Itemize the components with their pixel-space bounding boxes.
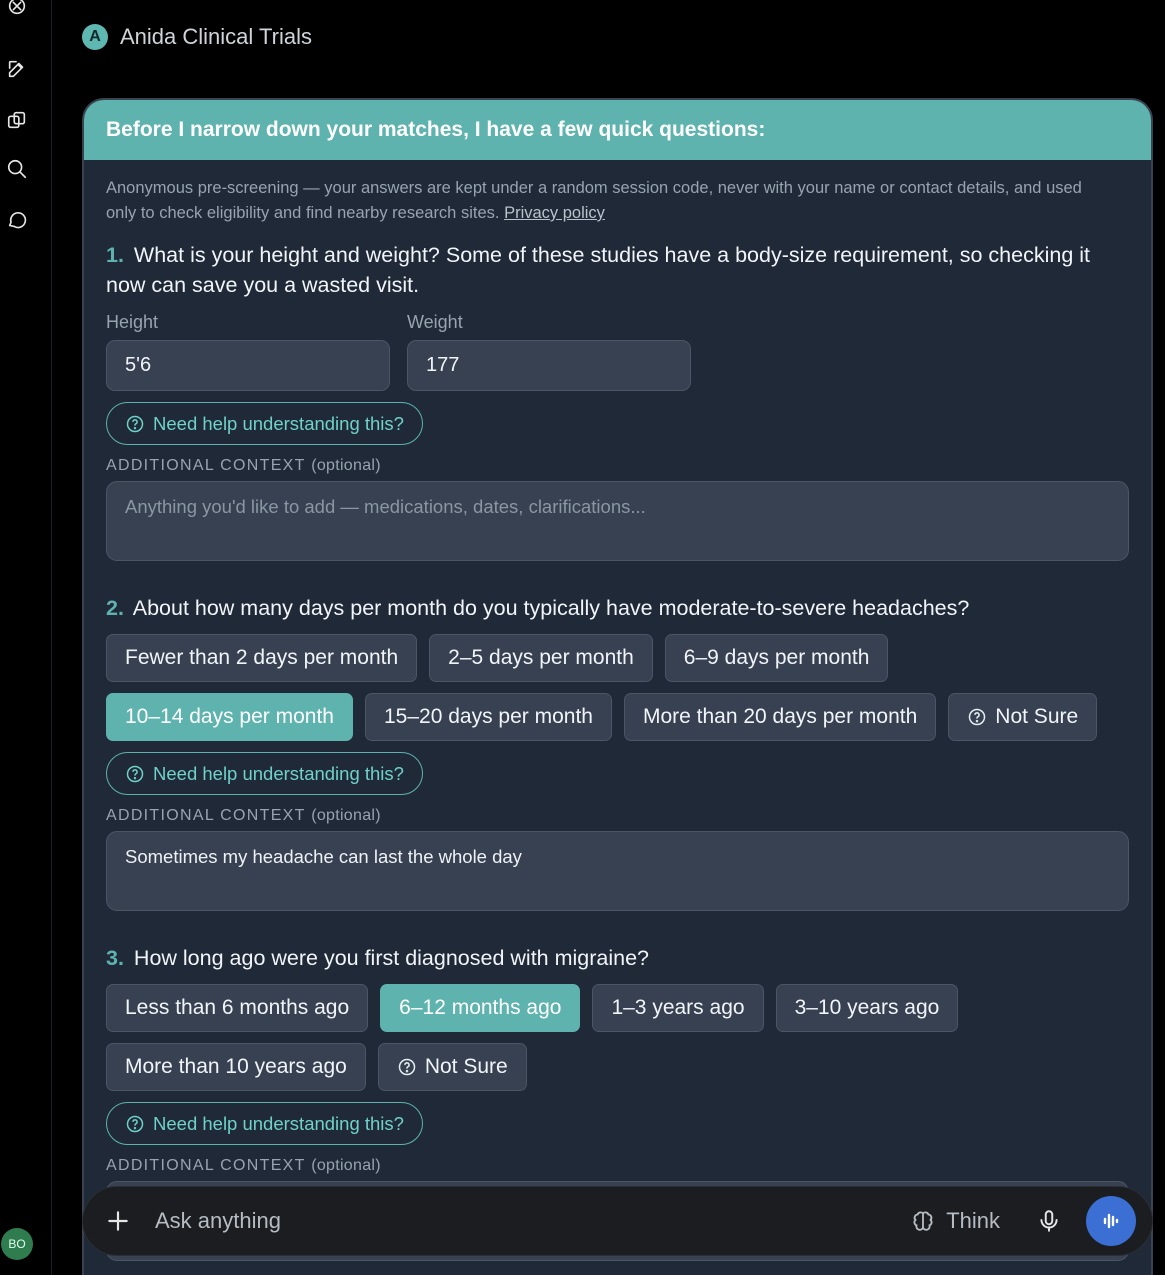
q2-options: Fewer than 2 days per month 2–5 days per …: [106, 634, 1136, 741]
option-label: Less than 6 months ago: [125, 996, 350, 1019]
height-input[interactable]: 5'6: [106, 340, 390, 391]
question-circle-icon: [126, 765, 144, 782]
question-circle-icon: [398, 1058, 416, 1076]
option-label: 15–20 days per month: [383, 705, 593, 728]
question-1: 1. What is your height and weight? Some …: [106, 240, 1129, 300]
privacy-policy-link[interactable]: Privacy policy: [504, 204, 605, 222]
q3-option[interactable]: 6–12 months ago: [380, 984, 581, 1032]
q2-option[interactable]: 15–20 days per month: [364, 693, 612, 741]
q3-options: Less than 6 months ago 6–12 months ago 1–3…: [106, 984, 1136, 1091]
weight-label: Weight: [407, 312, 463, 332]
question-2: 2. About how many days per month do you …: [106, 593, 1129, 623]
option-label: 10–14 days per month: [125, 705, 334, 728]
help-label: Need help understanding this?: [153, 762, 404, 784]
q3-option[interactable]: 1–3 years ago: [592, 984, 764, 1032]
ask-input[interactable]: Ask anything: [155, 1208, 910, 1234]
chat-header: A Anida Clinical Trials: [82, 24, 312, 50]
privacy-notice: Anonymous pre-screening — your answers a…: [106, 176, 1086, 226]
waveform-icon: [1103, 1213, 1119, 1229]
option-label: Fewer than 2 days per month: [125, 646, 399, 669]
question-text: What is your height and weight? Some of …: [106, 243, 1090, 297]
new-chat-icon[interactable]: [5, 57, 29, 81]
q2-option[interactable]: 10–14 days per month: [106, 693, 353, 741]
gpts-icon[interactable]: [5, 108, 29, 132]
chat-bubble-icon[interactable]: [5, 208, 29, 232]
brain-icon: [913, 1211, 933, 1231]
card-heading: Before I narrow down your matches, I hav…: [106, 118, 766, 141]
voice-mode-button[interactable]: [1086, 1196, 1136, 1246]
q2-option[interactable]: 6–9 days per month: [664, 634, 889, 682]
question-number: 1.: [106, 243, 124, 267]
q2-option[interactable]: Not Sure: [948, 693, 1098, 741]
question-text: About how many days per month do you typ…: [132, 596, 970, 620]
q3-option[interactable]: Not Sure: [377, 1043, 527, 1091]
search-icon[interactable]: [5, 157, 29, 181]
option-label: Not Sure: [995, 705, 1079, 728]
q2-option[interactable]: 2–5 days per month: [429, 634, 653, 682]
q3-option[interactable]: Less than 6 months ago: [106, 984, 369, 1032]
help-button-q1[interactable]: Need help understanding this?: [106, 402, 423, 445]
question-3: 3. How long ago were you first diagnosed…: [106, 943, 1129, 973]
question-circle-icon: [126, 1115, 144, 1132]
option-label: 3–10 years ago: [794, 996, 940, 1019]
q3-option[interactable]: More than 10 years ago: [106, 1043, 366, 1091]
microphone-icon: [1040, 1210, 1058, 1232]
height-weight-fields: Height 5'6 Weight 177: [106, 312, 1129, 391]
option-label: 6–9 days per month: [683, 646, 870, 669]
help-button-q2[interactable]: Need help understanding this?: [106, 752, 423, 795]
dictation-button[interactable]: [1034, 1206, 1064, 1236]
height-label: Height: [106, 312, 159, 332]
user-avatar[interactable]: BO: [1, 1228, 33, 1260]
context-input-q2[interactable]: Sometimes my headache can last the whole…: [106, 831, 1129, 911]
q2-option[interactable]: Fewer than 2 days per month: [106, 634, 418, 682]
help-button-q3[interactable]: Need help understanding this?: [106, 1102, 423, 1145]
option-label: More than 10 years ago: [125, 1055, 347, 1078]
plus-icon: [108, 1211, 128, 1231]
question-number: 3.: [106, 946, 124, 970]
context-input-q1[interactable]: Anything you'd like to add — medications…: [106, 481, 1129, 561]
think-label: Think: [946, 1208, 1000, 1233]
q2-option[interactable]: More than 20 days per month: [623, 693, 937, 741]
help-label: Need help understanding this?: [153, 1112, 404, 1134]
context-label: ADDITIONAL CONTEXT (optional): [106, 1157, 381, 1174]
question-circle-icon: [126, 415, 144, 432]
q3-option[interactable]: 3–10 years ago: [775, 984, 959, 1032]
message-composer: Ask anything Think: [82, 1186, 1153, 1256]
questionnaire-card: Before I narrow down your matches, I hav…: [82, 98, 1153, 1275]
page-title[interactable]: Anida Clinical Trials: [120, 24, 312, 50]
help-label: Need help understanding this?: [153, 412, 404, 434]
card-header: Before I narrow down your matches, I hav…: [84, 100, 1151, 160]
question-circle-icon: [969, 708, 986, 726]
option-label: 1–3 years ago: [611, 996, 745, 1019]
add-attachment-button[interactable]: [103, 1206, 133, 1236]
question-number: 2.: [106, 596, 124, 620]
openai-logo-icon[interactable]: [5, 0, 29, 18]
weight-input[interactable]: 177: [407, 340, 691, 391]
option-label: 6–12 months ago: [399, 996, 562, 1019]
option-label: More than 20 days per month: [642, 705, 918, 728]
brand-logo: A: [82, 24, 108, 50]
context-label: ADDITIONAL CONTEXT (optional): [106, 457, 381, 474]
option-label: 2–5 days per month: [448, 646, 634, 669]
context-label: ADDITIONAL CONTEXT (optional): [106, 807, 381, 824]
option-label: Not Sure: [424, 1055, 508, 1078]
think-button[interactable]: Think: [910, 1208, 1000, 1234]
left-sidebar: BO: [0, 0, 52, 1275]
question-text: How long ago were you first diagnosed wi…: [133, 946, 650, 970]
